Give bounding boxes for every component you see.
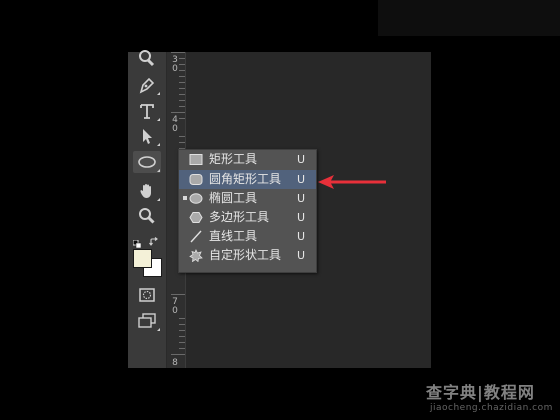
swap-colors-icon[interactable] — [149, 232, 159, 246]
menu-item-label: 直线工具 — [209, 229, 258, 243]
screen-mode-icon[interactable] — [133, 310, 161, 332]
default-colors-icon[interactable] — [132, 233, 142, 249]
menu-item-custom-shape-tool[interactable]: 自定形状工具 U — [179, 246, 316, 265]
menu-item-shortcut: U — [297, 173, 306, 186]
menu-item-shortcut: U — [297, 230, 306, 243]
menu-item-polygon-tool[interactable]: 多边形工具 U — [179, 208, 316, 227]
polygon-icon — [189, 212, 203, 223]
menu-item-label: 多边形工具 — [209, 210, 270, 224]
menu-item-rectangle-tool[interactable]: 矩形工具 U — [179, 150, 316, 169]
watermark-title: 查字典|教程网 — [426, 383, 535, 402]
menu-item-label: 矩形工具 — [209, 152, 258, 166]
line-icon — [190, 230, 202, 243]
zoom-tool-icon[interactable] — [133, 205, 161, 227]
selected-bullet-icon — [183, 196, 187, 200]
menu-item-label: 椭圆工具 — [209, 191, 258, 205]
rectangle-icon — [189, 154, 203, 165]
menu-item-shortcut: U — [297, 153, 306, 166]
watermark: 查字典|教程网 jiaocheng.chazidian.com — [426, 384, 556, 418]
quick-mask-icon[interactable] — [133, 284, 161, 306]
menu-item-line-tool[interactable]: 直线工具 U — [179, 227, 316, 246]
menu-item-label: 自定形状工具 — [209, 248, 282, 262]
menu-item-shortcut: U — [297, 211, 306, 224]
rounded-rectangle-icon — [189, 174, 203, 185]
zoom-tool-partial-icon[interactable] — [133, 48, 161, 70]
watermark-url: jiaocheng.chazidian.com — [430, 403, 553, 413]
dark-corner-block — [378, 0, 560, 36]
red-pointer-arrow-icon — [318, 175, 386, 189]
menu-item-ellipse-tool[interactable]: 椭圆工具 U — [179, 189, 316, 208]
foreground-color-swatch[interactable] — [133, 249, 152, 268]
toolbar — [128, 50, 167, 368]
ellipse-icon — [189, 193, 203, 204]
menu-item-shortcut: U — [297, 192, 306, 205]
menu-item-shortcut: U — [297, 249, 306, 262]
type-tool-icon[interactable] — [133, 100, 161, 122]
path-selection-tool-icon[interactable] — [133, 125, 161, 147]
hand-tool-icon[interactable] — [133, 180, 161, 202]
menu-item-label: 圆角矩形工具 — [209, 172, 282, 186]
ellipse-tool-icon[interactable] — [133, 151, 161, 173]
custom-shape-icon — [189, 249, 203, 262]
pen-tool-icon[interactable] — [133, 74, 161, 96]
menu-item-rounded-rectangle-tool[interactable]: 圆角矩形工具 U — [179, 170, 316, 189]
shape-tool-flyout-menu: 矩形工具 U 圆角矩形工具 U 椭圆工具 U 多边形工具 U 直线工具 U 自定… — [178, 149, 317, 273]
